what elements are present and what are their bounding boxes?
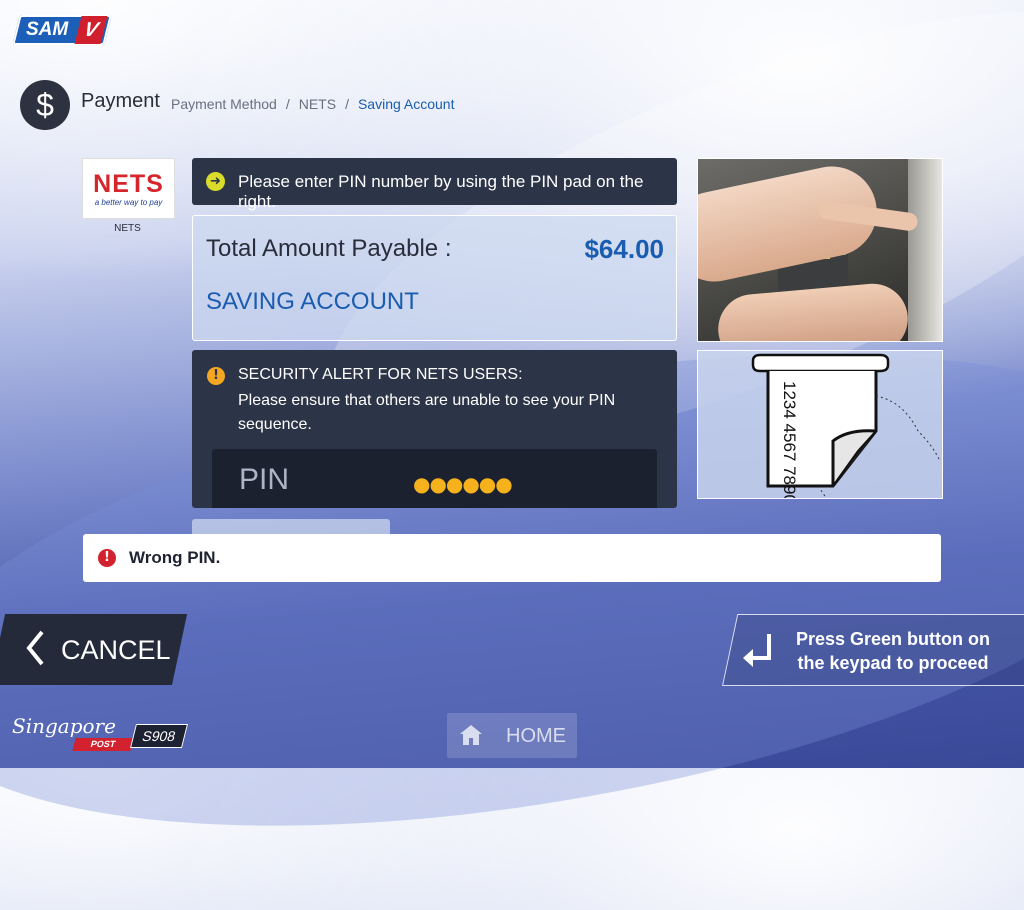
error-message: ! Wrong PIN.	[83, 534, 941, 582]
pin-field: PIN ●●●●●●	[212, 449, 657, 508]
error-text: Wrong PIN.	[129, 548, 221, 567]
proceed-label[interactable]: Press Green button on the keypad to proc…	[789, 627, 997, 675]
instruction-text: Please enter PIN number by using the PIN…	[238, 172, 644, 211]
singapore-post-post: POST	[72, 738, 134, 751]
dollar-icon: $	[20, 80, 70, 130]
breadcrumb: Payment Method / NETS / Saving Account	[171, 96, 455, 112]
breadcrumb-item[interactable]: NETS	[299, 96, 336, 112]
arrow-right-icon: ➜	[206, 172, 225, 191]
logo-text: SAM	[26, 19, 69, 40]
singapore-post-logo: Singapore POST	[12, 714, 134, 754]
home-button[interactable]: HOME	[447, 713, 577, 758]
kiosk-id-badge: S908	[130, 724, 188, 748]
pin-pad-photo	[697, 158, 943, 342]
card-number: 1234 4567 7890	[780, 381, 799, 498]
security-alert: ! SECURITY ALERT FOR NETS USERS: Please …	[192, 350, 677, 508]
singapore-post-script: Singapore	[12, 714, 116, 738]
alert-title: SECURITY ALERT FOR NETS USERS:	[238, 366, 523, 383]
pin-masked-value: ●●●●●●	[413, 472, 513, 496]
amount-label: Total Amount Payable :	[206, 235, 452, 262]
chevron-left-icon	[26, 630, 44, 666]
exclamation-icon: !	[207, 367, 225, 385]
nets-logo: NETS a better way to pay	[82, 158, 175, 219]
home-icon	[460, 725, 482, 745]
receipt-icon: 1234 4567 7890	[751, 353, 941, 504]
breadcrumb-item[interactable]: Payment Method	[171, 96, 277, 112]
cancel-label[interactable]: CANCEL	[61, 635, 171, 666]
alert-body: Please ensure that others are unable to …	[238, 392, 616, 433]
page-title: Payment	[81, 90, 160, 112]
error-icon: !	[98, 549, 116, 567]
account-type: SAVING ACCOUNT	[206, 288, 419, 315]
instruction-bar: ➜ Please enter PIN number by using the P…	[192, 158, 677, 211]
pin-label: PIN	[239, 463, 290, 496]
breadcrumb-item-current: Saving Account	[357, 96, 455, 112]
amount-value: $64.00	[584, 234, 664, 264]
amount-card: Total Amount Payable : $64.00 SAVING ACC…	[192, 215, 677, 341]
sam-logo: SAM V	[12, 15, 112, 45]
enter-icon	[743, 634, 771, 667]
nets-logo-text: NETS	[93, 170, 164, 198]
card-illustration: 1234 4567 7890	[697, 350, 943, 504]
payment-method-caption: NETS	[114, 223, 141, 234]
home-label[interactable]: HOME	[506, 725, 566, 748]
nets-tagline: a better way to pay	[94, 198, 163, 207]
